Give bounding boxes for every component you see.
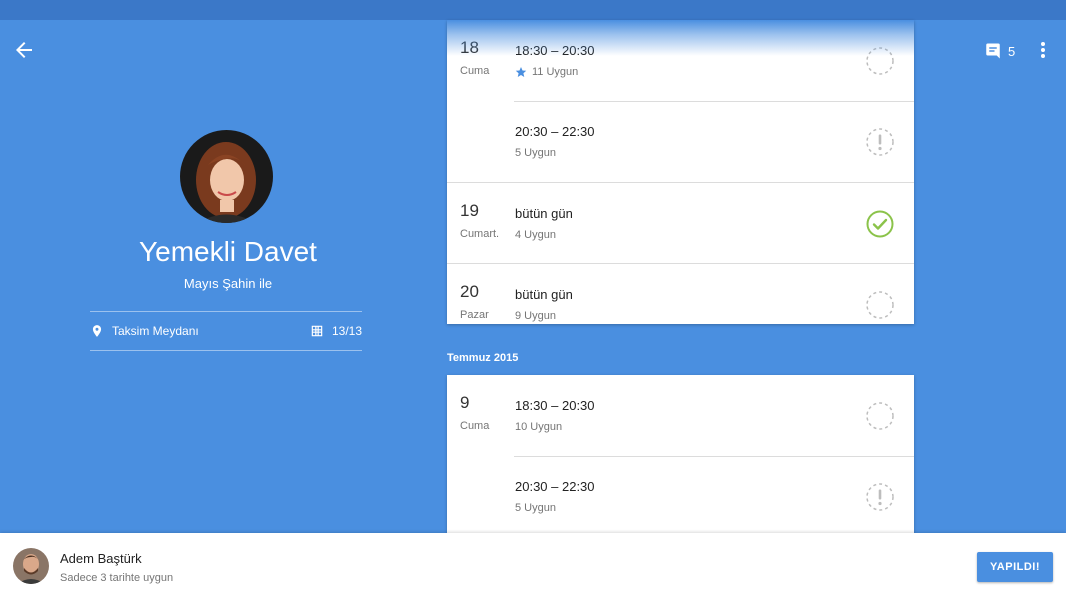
more-vertical-icon [1041,42,1045,58]
location-pin-icon [92,325,102,337]
calendar-grid-icon [311,325,323,337]
slot-time: 18:30 – 20:30 [515,43,595,58]
slot-availability: 9 Uygun [515,310,556,322]
availability-empty-icon[interactable] [865,46,895,76]
day-number: 19 [460,201,479,220]
slot-availability: 10 Uygun [515,421,562,433]
divider [514,101,914,102]
event-date-count: 13/13 [310,322,362,340]
event-location-label: Taksim Meydanı [112,324,199,338]
availability-empty-icon[interactable] [865,290,895,320]
done-button[interactable]: YAPILDI! [977,552,1053,582]
host-avatar [180,130,273,223]
availability-count: 4 Uygun [515,229,556,241]
date-list-card: 9 Cuma 18:30 – 20:30 10 Uygun 20:30 – 22… [447,375,914,533]
event-title: Yemekli Davet [139,236,317,267]
date-slot-row[interactable]: 19 Cumart. bütün gün 4 Uygun [447,182,914,263]
availability-count: 5 Uygun [515,147,556,159]
slot-availability: 5 Uygun [515,147,556,159]
divider [90,311,362,312]
event-host: Mayıs Şahin ile [183,276,273,291]
comments-button[interactable]: 5 [984,40,1015,62]
slot-time: bütün gün [515,287,573,302]
user-availability-note: Sadece 3 tarihte uygun [60,572,174,584]
availability-count: 10 Uygun [515,421,563,433]
availability-warning-icon[interactable] [865,127,895,157]
availability-count: 5 Uygun [515,502,556,514]
user-name: Adem Baştürk [60,551,142,566]
availability-count: 11 Uygun [532,66,579,78]
comments-count: 5 [1008,43,1016,59]
day-number: 18 [460,38,479,57]
back-button[interactable] [12,38,36,62]
slot-time: 20:30 – 22:30 [515,124,595,139]
comment-icon [986,43,1000,59]
slot-availability: 4 Uygun [515,229,556,241]
date-slot-row[interactable]: 20 Pazar bütün gün 9 Uygun [447,263,914,344]
user-avatar-image [13,548,49,584]
month-heading: Temmuz 2015 [447,352,519,364]
weekday-name: Cuma [460,65,490,77]
arrow-back-icon [16,42,32,58]
slot-time: 20:30 – 22:30 [515,479,595,494]
check-circle-icon[interactable] [865,209,895,239]
date-slot-row[interactable]: 9 Cuma 18:30 – 20:30 10 Uygun [447,375,914,456]
slot-availability: 11 Uygun [515,66,578,78]
weekday-name: Cuma [460,420,490,432]
day-number: 9 [460,393,470,412]
weekday-name: Pazar [460,309,489,321]
availability-empty-icon[interactable] [865,401,895,431]
date-slot-row[interactable]: 20:30 – 22:30 5 Uygun [447,456,914,537]
host-avatar-image [180,130,273,223]
day-number: 20 [460,282,479,301]
event-count-label: 13/13 [332,324,363,338]
user-avatar [13,548,49,584]
slot-time: 18:30 – 20:30 [515,398,595,413]
availability-count: 9 Uygun [515,310,556,322]
bottom-bar: Adem Baştürk Sadece 3 tarihte uygun YAPI… [0,533,1066,600]
date-list-card: 18 Cuma 18:30 – 20:30 11 Uygun 20:30 – 2… [447,20,914,324]
event-location[interactable]: Taksim Meydanı [90,322,199,340]
star-icon [515,67,527,77]
availability-warning-icon[interactable] [865,482,895,512]
slot-availability: 5 Uygun [515,502,556,514]
weekday-name: Cumart. [460,228,500,240]
divider [514,456,914,457]
more-options-button[interactable] [1031,38,1055,62]
date-slot-row[interactable]: 20:30 – 22:30 5 Uygun [447,101,914,182]
status-bar [0,0,1066,20]
date-slot-row[interactable]: 18 Cuma 18:30 – 20:30 11 Uygun [447,20,914,101]
divider [90,350,362,351]
slot-time: bütün gün [515,206,573,221]
